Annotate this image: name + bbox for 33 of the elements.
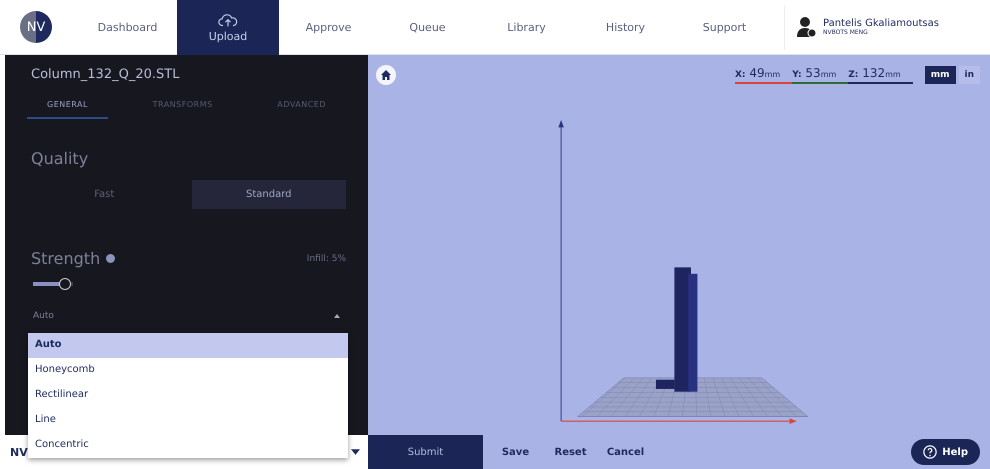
action-button[interactable]: Submit: [368, 435, 483, 469]
pattern-select[interactable]: Auto: [27, 306, 346, 326]
coordinate-readout: Z: 132mm: [848, 66, 913, 84]
dropdown-option[interactable]: Auto: [28, 333, 348, 358]
unit-toggle[interactable]: mm: [924, 66, 956, 84]
nav-tab[interactable]: History: [576, 0, 675, 54]
nav-tab[interactable]: Upload: [177, 0, 279, 55]
nav-tab[interactable]: Support: [675, 0, 774, 54]
help-button[interactable]: Help: [911, 439, 980, 465]
nav-tab[interactable]: Queue: [378, 0, 477, 54]
nav-tab[interactable]: Library: [477, 0, 576, 54]
section-title: Quality: [31, 149, 90, 168]
infill-label: Infill: 5%: [306, 254, 346, 264]
section-title: Strength: [31, 249, 100, 268]
user-name: Pantelis Gkaliamoutsas: [823, 18, 939, 29]
unit-toggle[interactable]: in: [958, 66, 980, 84]
dropdown-option[interactable]: Line: [28, 408, 348, 433]
dropdown-option[interactable]: Honeycomb: [28, 358, 348, 383]
action-button[interactable]: Save: [488, 435, 543, 469]
footer-text: NV: [10, 446, 28, 458]
coordinate-readout: Y: 53mm: [792, 66, 848, 84]
panel-tab[interactable]: GENERAL: [27, 92, 108, 119]
nav-tab[interactable]: Approve: [279, 0, 378, 54]
file-name: Column_132_Q_20.STL: [30, 66, 180, 84]
action-button[interactable]: Reset: [543, 435, 598, 469]
dropdown-option[interactable]: Concentric: [28, 433, 348, 458]
action-button[interactable]: Cancel: [598, 435, 653, 469]
coordinate-readout: X: 49mm: [734, 66, 792, 84]
quality-option[interactable]: Standard: [192, 180, 346, 209]
nav-tab[interactable]: Dashboard: [78, 0, 177, 54]
dropdown-option[interactable]: Rectilinear: [28, 383, 348, 408]
logo-badge[interactable]: NV: [20, 11, 52, 43]
3d-viewport[interactable]: X: 49mm Y: 53mm Z: 132mm mm in Submit Save Reset Cancel Help: [368, 55, 990, 469]
